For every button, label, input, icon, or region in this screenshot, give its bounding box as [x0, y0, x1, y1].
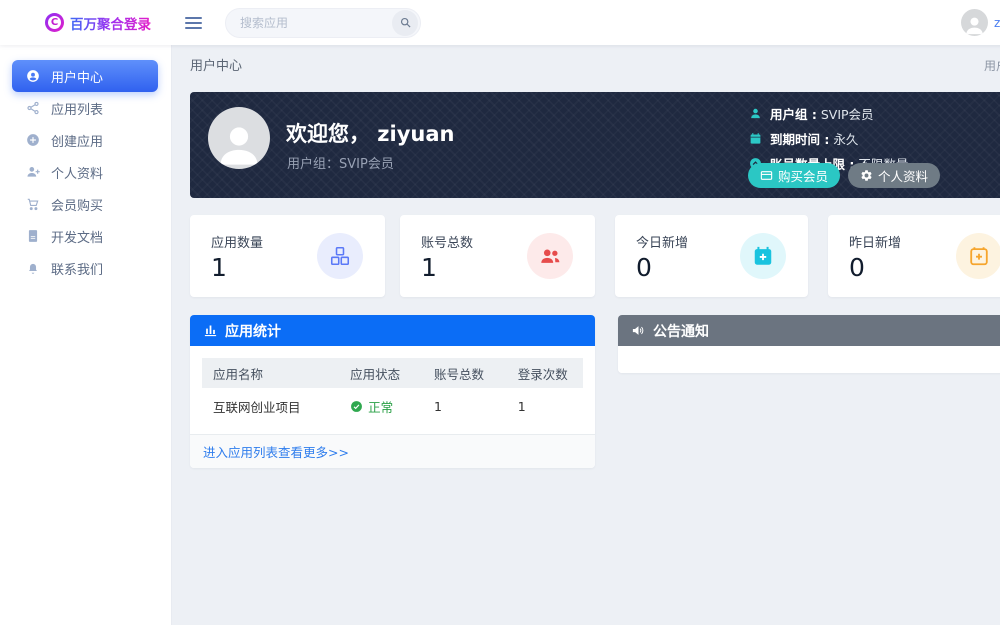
stat-card-app-count: 应用数量 1 — [190, 215, 385, 297]
users-icon — [527, 233, 573, 279]
app-stats-footer: 进入应用列表查看更多>> — [190, 434, 595, 468]
app-stats-panel: 应用统计 应用名称 应用状态 账号总数 登录次数 互联网创业项目 正常 1 1 … — [190, 315, 595, 468]
page-title: 用户中心 — [190, 55, 242, 74]
info-row-user-group: 用户组 : SVIP会员 — [748, 101, 908, 126]
sidebar-item-label: 创建应用 — [51, 131, 103, 150]
sidebar-item-label: 个人资料 — [51, 163, 103, 182]
view-more-link[interactable]: 进入应用列表查看更多>> — [203, 442, 349, 461]
user-group-subtitle: 用户组：SVIP会员 — [287, 153, 394, 172]
logo-text: 百万聚合登录 — [70, 13, 151, 33]
sidebar-item-create-app[interactable]: 创建应用 — [0, 124, 171, 156]
sidebar-item-label: 开发文档 — [51, 227, 103, 246]
sidebar-item-label: 联系我们 — [51, 259, 103, 278]
panel-title: 公告通知 — [653, 321, 709, 341]
app-logo[interactable]: C 百万聚合登录 — [0, 13, 173, 33]
calendar-plus-outline-icon — [956, 233, 1000, 279]
sidebar-nav: 用户中心 应用列表 创建应用 个人资料 会员购买 开发文档 联系我们 — [0, 45, 172, 625]
welcome-banner: 欢迎您， ziyuan 用户组：SVIP会员 用户组 : SVIP会员 到期时间… — [190, 92, 1000, 198]
search-button[interactable] — [392, 10, 418, 36]
user-icon — [748, 107, 762, 120]
stat-card-new-today: 今日新增 0 — [615, 215, 808, 297]
profile-button[interactable]: 个人资料 — [848, 163, 940, 188]
calendar-icon — [748, 132, 762, 145]
panel-title: 应用统计 — [225, 321, 281, 341]
profile-avatar — [208, 107, 270, 169]
notice-body — [618, 346, 1000, 373]
user-circle-icon — [25, 69, 40, 83]
table-row[interactable]: 互联网创业项目 正常 1 1 — [202, 388, 583, 424]
share-nodes-icon — [25, 101, 40, 115]
status-badge: 正常 — [350, 397, 423, 416]
breadcrumb: 用户中心 — [984, 57, 1000, 74]
search-input[interactable] — [240, 16, 375, 30]
account-count: 1 — [423, 399, 507, 414]
search-bar — [225, 8, 421, 38]
sidebar-item-contact-us[interactable]: 联系我们 — [0, 252, 171, 284]
stat-card-account-total: 账号总数 1 — [400, 215, 595, 297]
welcome-message: 欢迎您， ziyuan — [286, 118, 455, 148]
sidebar-item-profile[interactable]: 个人资料 — [0, 156, 171, 188]
gear-icon — [860, 169, 873, 182]
sidebar-item-label: 会员购买 — [51, 195, 103, 214]
status-ok-icon — [350, 400, 363, 413]
sidebar-item-label: 用户中心 — [51, 67, 103, 86]
bell-icon — [25, 261, 40, 275]
speaker-icon — [631, 323, 646, 338]
buy-membership-button[interactable]: 购买会员 — [748, 163, 840, 188]
app-stats-table: 应用名称 应用状态 账号总数 登录次数 互联网创业项目 正常 1 1 — [190, 346, 595, 434]
hero-buttons: 购买会员 个人资料 — [748, 163, 940, 188]
bar-chart-icon — [203, 323, 218, 338]
stat-value: 1 — [421, 253, 437, 282]
info-row-expiry: 到期时间 : 永久 — [748, 126, 908, 151]
cubes-icon — [317, 233, 363, 279]
logo-icon: C — [45, 13, 64, 32]
table-header-row: 应用名称 应用状态 账号总数 登录次数 — [202, 358, 583, 388]
sidebar-item-app-list[interactable]: 应用列表 — [0, 92, 171, 124]
notice-panel: 公告通知 — [618, 315, 1000, 373]
credit-card-icon — [760, 169, 773, 182]
stat-value: 0 — [849, 253, 865, 282]
app-name: 互联网创业项目 — [202, 397, 339, 416]
hamburger-menu-icon[interactable] — [185, 14, 202, 32]
stat-value: 0 — [636, 253, 652, 282]
shopping-cart-icon — [25, 197, 40, 211]
sidebar-item-membership[interactable]: 会员购买 — [0, 188, 171, 220]
app-stats-header: 应用统计 — [190, 315, 595, 346]
stat-card-new-yesterday: 昨日新增 0 — [828, 215, 1000, 297]
top-navbar: C 百万聚合登录 ziyuan — [0, 0, 1000, 45]
search-icon — [399, 16, 412, 29]
username-text: ziyuan — [994, 16, 1000, 30]
notice-header: 公告通知 — [618, 315, 1000, 346]
sidebar-item-user-center[interactable]: 用户中心 — [12, 60, 158, 92]
login-count: 1 — [507, 399, 583, 414]
user-menu[interactable]: ziyuan — [961, 9, 1000, 36]
sidebar-item-label: 应用列表 — [51, 99, 103, 118]
document-icon — [25, 229, 40, 243]
calendar-plus-icon — [740, 233, 786, 279]
plus-circle-icon — [25, 133, 40, 147]
stat-value: 1 — [211, 253, 227, 282]
sidebar-item-dev-docs[interactable]: 开发文档 — [0, 220, 171, 252]
user-plus-icon — [25, 165, 40, 179]
avatar — [961, 9, 988, 36]
